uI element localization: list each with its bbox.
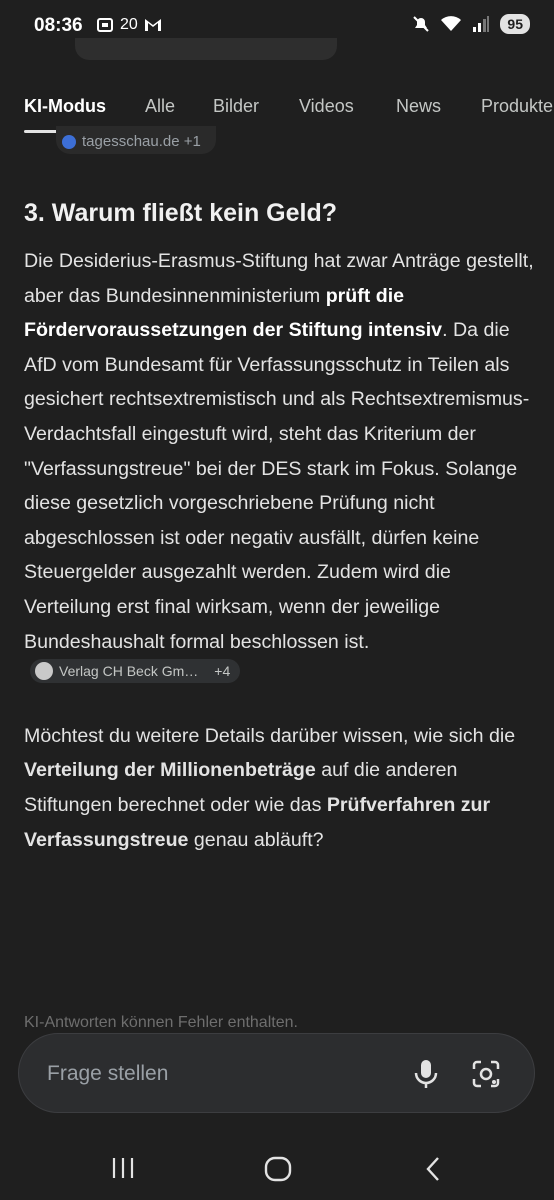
- source-chip[interactable]: tagesschau.de +1: [56, 126, 216, 154]
- followup-question: Möchtest du weitere Details darüber wiss…: [24, 719, 534, 857]
- answer-paragraph: Die Desiderius-Erasmus-Stiftung hat zwar…: [24, 244, 534, 695]
- source-chip-label: tagesschau.de +1: [82, 133, 201, 150]
- tab-news[interactable]: News: [396, 96, 441, 117]
- ai-disclaimer: KI-Antworten können Fehler enthalten.: [24, 1014, 298, 1031]
- recent-apps-icon[interactable]: [110, 1156, 136, 1180]
- ask-input-placeholder[interactable]: Frage stellen: [47, 1062, 168, 1086]
- tab-videos[interactable]: Videos: [299, 96, 354, 117]
- followup-bold-1: Verteilung der Millionenbeträge: [24, 759, 316, 782]
- system-navigation-bar: [0, 1128, 554, 1200]
- google-lens-icon[interactable]: [471, 1059, 501, 1089]
- citation-chip[interactable]: Verlag CH Beck Gm… +4: [30, 659, 241, 684]
- ai-answer-content: 3. Warum fließt kein Geld? Die Desideriu…: [24, 190, 534, 857]
- collapsed-search-bar[interactable]: [75, 38, 337, 60]
- tab-ki-modus[interactable]: KI-Modus: [24, 96, 106, 117]
- gmail-icon: [144, 19, 161, 31]
- answer-text-2: . Da die AfD vom Bundesamt für Verfassun…: [24, 319, 530, 653]
- status-time: 08:36: [34, 15, 83, 36]
- favicon-icon: [62, 134, 76, 149]
- screenshot-icon: [97, 18, 113, 32]
- tab-bilder[interactable]: Bilder: [213, 96, 259, 117]
- status-system-icons: 95: [412, 14, 530, 34]
- wifi-icon: [441, 16, 462, 31]
- microphone-icon[interactable]: [413, 1059, 439, 1089]
- tab-alle[interactable]: Alle: [145, 96, 175, 117]
- back-icon[interactable]: [424, 1156, 442, 1182]
- mute-icon: [413, 16, 430, 32]
- followup-text-3: genau abläuft?: [188, 828, 324, 851]
- tab-produkte[interactable]: Produkte: [481, 96, 553, 117]
- status-notification-icons: 20: [96, 16, 162, 34]
- signal-icon: [473, 16, 490, 32]
- answer-text-1: Die Desiderius-Erasmus-Stiftung hat zwar…: [24, 250, 534, 307]
- followup-text-1: Möchtest du weitere Details darüber wiss…: [24, 724, 516, 747]
- battery-indicator: 95: [500, 14, 530, 34]
- citation-more-count: +4: [214, 663, 231, 680]
- citation-label: Verlag CH Beck Gm…: [59, 663, 199, 680]
- ask-input-bar[interactable]: Frage stellen: [18, 1033, 535, 1113]
- section-heading: 3. Warum fließt kein Geld?: [24, 199, 338, 227]
- source-favicon-icon: [35, 662, 53, 681]
- status-notif-count: 20: [120, 16, 138, 33]
- home-icon[interactable]: [264, 1156, 292, 1182]
